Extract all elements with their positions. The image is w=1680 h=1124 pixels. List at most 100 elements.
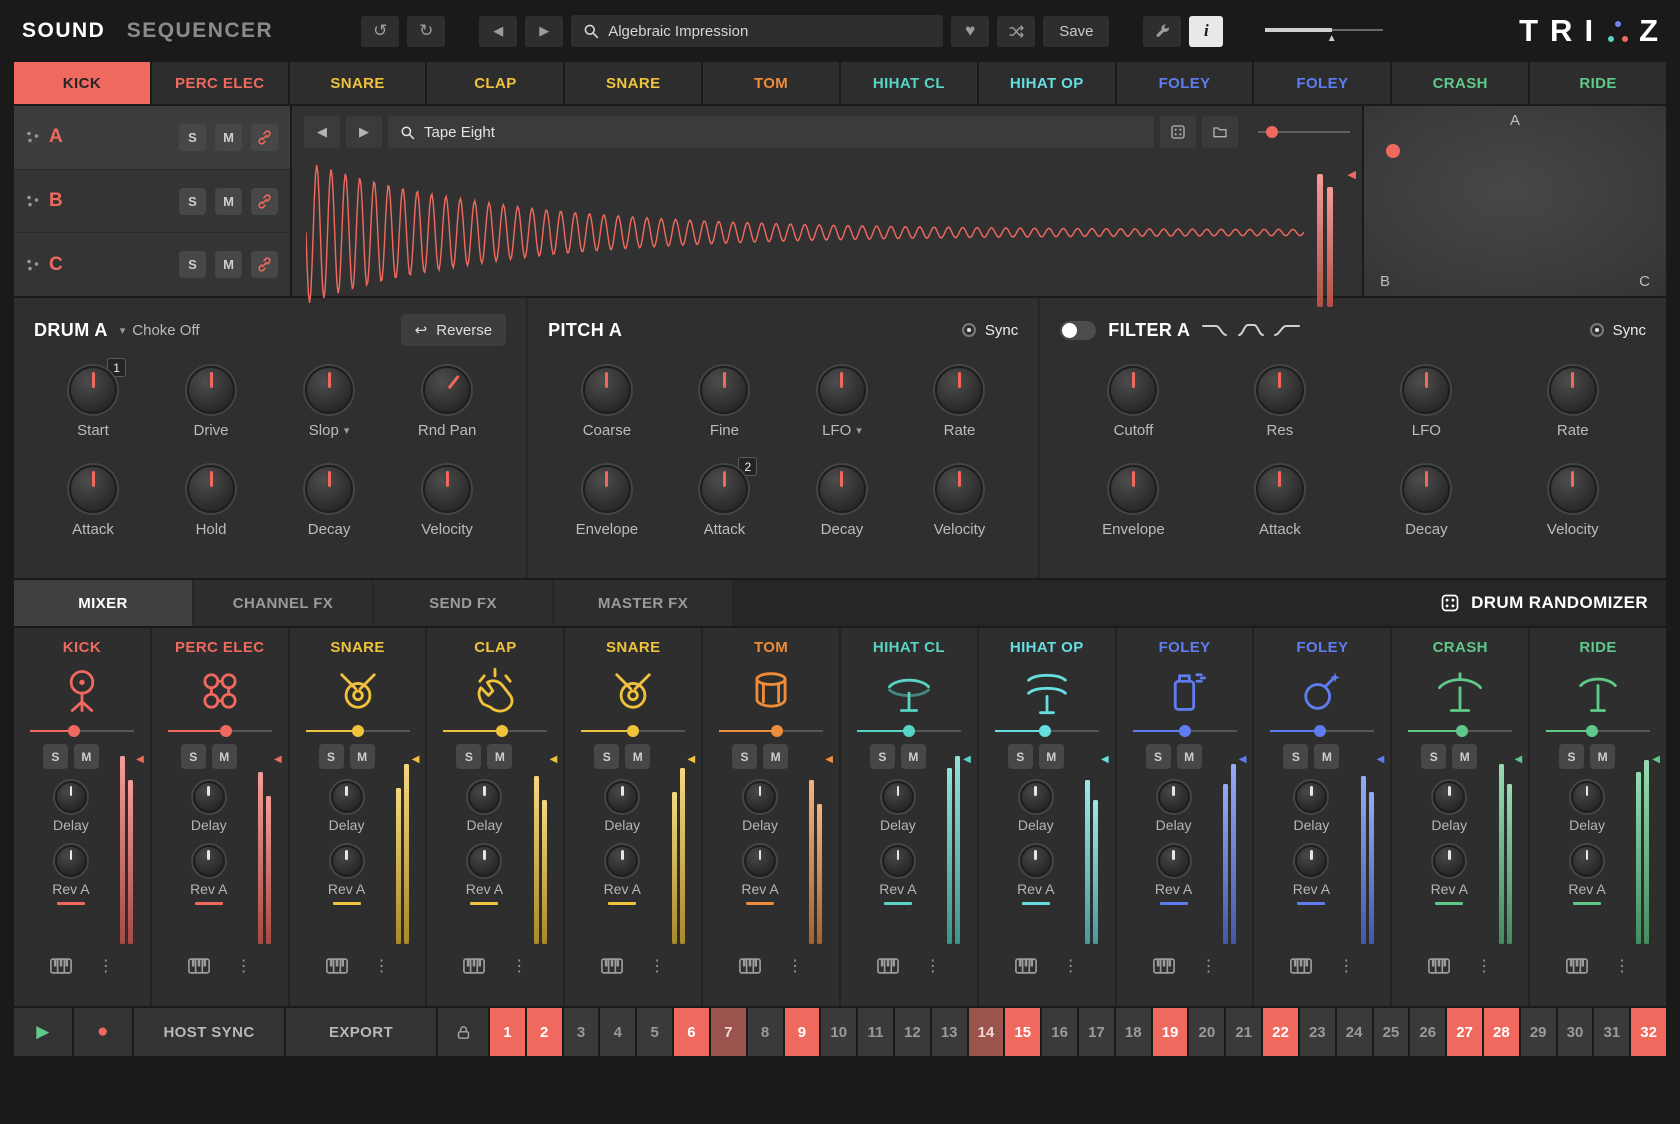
- channel-mute-button[interactable]: M: [901, 744, 926, 769]
- meter-marker-icon[interactable]: ◀: [274, 754, 282, 765]
- pad-handle[interactable]: [1386, 144, 1400, 158]
- channel-volume-slider[interactable]: [306, 724, 410, 738]
- favorite-button[interactable]: ♥: [951, 16, 989, 47]
- next-preset-button[interactable]: ▶: [525, 16, 563, 47]
- slider-handle[interactable]: [68, 725, 80, 737]
- delay-send-knob[interactable]: [1295, 781, 1327, 813]
- filter-sync[interactable]: Sync: [1590, 322, 1646, 339]
- step-button[interactable]: 25: [1374, 1008, 1409, 1056]
- settings-button[interactable]: [1143, 16, 1181, 47]
- channel-solo-button[interactable]: S: [1559, 744, 1584, 769]
- reverb-send-knob[interactable]: [193, 845, 225, 877]
- step-button[interactable]: 10: [821, 1008, 856, 1056]
- channel-solo-button[interactable]: S: [181, 744, 206, 769]
- track-tab[interactable]: CLAP: [427, 62, 563, 104]
- save-button[interactable]: Save: [1043, 16, 1109, 47]
- knob[interactable]: [1402, 465, 1450, 513]
- layer-row[interactable]: C S M: [14, 233, 290, 296]
- step-button[interactable]: 19: [1153, 1008, 1188, 1056]
- step-button[interactable]: 5: [637, 1008, 672, 1056]
- meter-marker-icon[interactable]: ◀: [1652, 754, 1660, 765]
- channel-solo-button[interactable]: S: [1146, 744, 1171, 769]
- channel-solo-button[interactable]: S: [319, 744, 344, 769]
- delay-send-knob[interactable]: [468, 781, 500, 813]
- delay-send-knob[interactable]: [744, 781, 776, 813]
- slider-handle[interactable]: [1456, 725, 1468, 737]
- sample-search-input[interactable]: [424, 124, 1142, 141]
- meter-marker-icon[interactable]: ◀: [412, 754, 420, 765]
- channel-volume-slider[interactable]: [1270, 724, 1374, 738]
- step-button[interactable]: 14: [969, 1008, 1004, 1056]
- meter-marker-icon[interactable]: ◀: [1348, 168, 1356, 181]
- channel-mute-button[interactable]: M: [487, 744, 512, 769]
- channel-volume-slider[interactable]: [581, 724, 685, 738]
- channel-solo-button[interactable]: S: [456, 744, 481, 769]
- knob[interactable]: [583, 465, 631, 513]
- lowpass-icon[interactable]: [1202, 323, 1228, 337]
- channel-mute-button[interactable]: M: [763, 744, 788, 769]
- slider-handle[interactable]: [1039, 725, 1051, 737]
- knob[interactable]: [423, 366, 471, 414]
- meter-marker-icon[interactable]: ◀: [1239, 754, 1247, 765]
- chevron-down-icon[interactable]: ▾: [344, 424, 350, 437]
- info-button[interactable]: i: [1189, 16, 1223, 47]
- delay-send-knob[interactable]: [606, 781, 638, 813]
- knob[interactable]: [700, 465, 748, 513]
- keyboard-icon[interactable]: [1015, 958, 1037, 974]
- meter-marker-icon[interactable]: ◀: [963, 754, 971, 765]
- step-button[interactable]: 18: [1116, 1008, 1151, 1056]
- step-button[interactable]: 8: [748, 1008, 783, 1056]
- fx-tab[interactable]: MIXER: [14, 580, 192, 626]
- knob[interactable]: [187, 366, 235, 414]
- meter-marker-icon[interactable]: ◀: [550, 754, 558, 765]
- kebab-menu-icon[interactable]: ⋮: [1063, 956, 1079, 976]
- channel-solo-button[interactable]: S: [870, 744, 895, 769]
- track-tab[interactable]: KICK: [14, 62, 150, 104]
- delay-send-knob[interactable]: [1158, 781, 1190, 813]
- export-button[interactable]: EXPORT: [286, 1008, 436, 1056]
- delay-send-knob[interactable]: [1020, 781, 1052, 813]
- random-sample-button[interactable]: [1160, 116, 1196, 148]
- play-button[interactable]: ▶: [14, 1008, 72, 1056]
- sample-search[interactable]: [388, 116, 1154, 148]
- undo-button[interactable]: ↺: [361, 16, 399, 47]
- step-button[interactable]: 27: [1447, 1008, 1482, 1056]
- channel-mute-button[interactable]: M: [1452, 744, 1477, 769]
- shuffle-button[interactable]: [997, 16, 1035, 47]
- step-button[interactable]: 26: [1410, 1008, 1445, 1056]
- layer-link-button[interactable]: [251, 124, 278, 151]
- channel-mute-button[interactable]: M: [350, 744, 375, 769]
- chevron-down-icon[interactable]: ▾: [856, 424, 862, 437]
- track-tab[interactable]: PERC ELEC: [152, 62, 288, 104]
- preset-search[interactable]: [571, 15, 943, 47]
- knob[interactable]: [1549, 366, 1597, 414]
- reverb-send-knob[interactable]: [1020, 845, 1052, 877]
- delay-send-knob[interactable]: [331, 781, 363, 813]
- knob[interactable]: [818, 465, 866, 513]
- app-title-sound[interactable]: SOUND: [22, 19, 105, 42]
- kebab-menu-icon[interactable]: ⋮: [1614, 956, 1630, 976]
- layer-row[interactable]: B S M: [14, 170, 290, 234]
- track-tab[interactable]: FOLEY: [1117, 62, 1253, 104]
- layer-mute-button[interactable]: M: [215, 251, 242, 278]
- channel-solo-button[interactable]: S: [43, 744, 68, 769]
- track-tab[interactable]: HIHAT OP: [979, 62, 1115, 104]
- kebab-menu-icon[interactable]: ⋮: [1476, 956, 1492, 976]
- step-button[interactable]: 16: [1042, 1008, 1077, 1056]
- step-button[interactable]: 20: [1189, 1008, 1224, 1056]
- keyboard-icon[interactable]: [1153, 958, 1175, 974]
- knob[interactable]: [935, 465, 983, 513]
- channel-mute-button[interactable]: M: [1314, 744, 1339, 769]
- slider-handle[interactable]: [1266, 126, 1278, 138]
- reverb-send-knob[interactable]: [1433, 845, 1465, 877]
- layer-solo-button[interactable]: S: [179, 188, 206, 215]
- keyboard-icon[interactable]: [463, 958, 485, 974]
- channel-volume-slider[interactable]: [1408, 724, 1512, 738]
- slider-handle[interactable]: [627, 725, 639, 737]
- keyboard-icon[interactable]: [601, 958, 623, 974]
- delay-send-knob[interactable]: [55, 781, 87, 813]
- keyboard-icon[interactable]: [1428, 958, 1450, 974]
- step-button[interactable]: 13: [932, 1008, 967, 1056]
- slider-handle[interactable]: [771, 725, 783, 737]
- step-button[interactable]: 2: [527, 1008, 562, 1056]
